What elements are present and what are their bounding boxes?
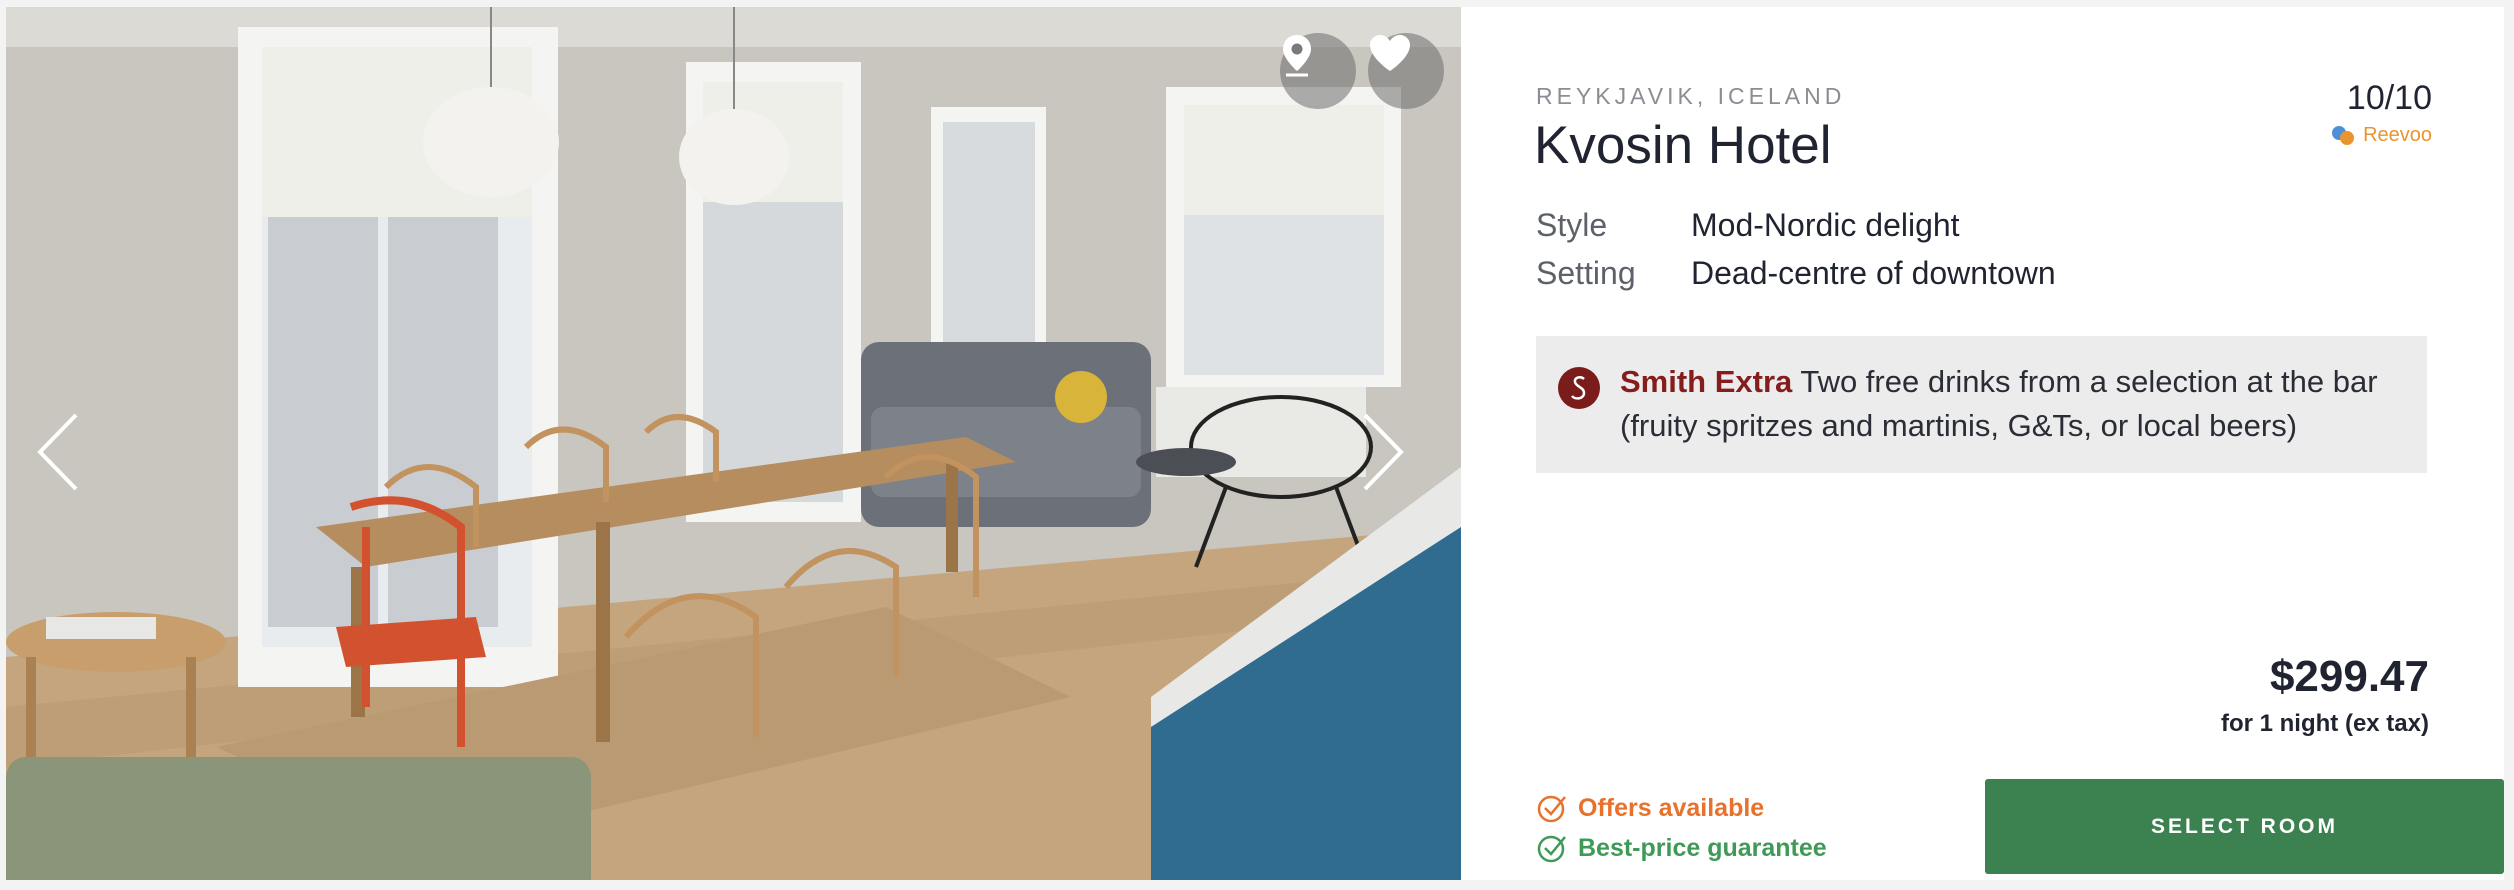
room-price: $299.47 [2269,652,2429,701]
hotel-info: REYKJAVIK, ICELAND Kvosin Hotel 10/10 Re… [1461,7,2504,880]
offers-label: Offers available [1578,793,1765,822]
smith-extra-box: Smith Extra Two free drinks from a selec… [1536,336,2427,473]
score-value: 10/10 [2346,79,2432,117]
attribute-value: Mod-Nordic delight [1691,207,1960,243]
price-guarantee-badge[interactable]: Best-price guarantee [1536,832,1827,864]
select-room-button[interactable]: SELECT ROOM [1985,779,2504,874]
price-note: for 1 night (ex tax) [2220,710,2429,737]
hotel-name[interactable]: Kvosin Hotel [1534,115,1832,176]
hotel-photo[interactable] [6,7,1461,880]
attribute-key: Setting [1536,255,1636,291]
hotel-location: REYKJAVIK, ICELAND [1536,83,1846,109]
room-photo-illustration [6,7,1461,880]
check-circle-icon [1537,835,1566,863]
attribute-setting: Setting Dead-centre of downtown [1536,255,2056,292]
attribute-style: Style Mod-Nordic delight [1536,207,1960,244]
smith-extra-text: Smith Extra Two free drinks from a selec… [1620,360,2410,448]
review-source: Reevoo [2331,124,2432,147]
reevoo-logo-icon [2332,125,2355,145]
guarantee-label: Best-price guarantee [1578,833,1827,862]
chevron-right-icon [1363,413,1404,491]
hotel-card: REYKJAVIK, ICELAND Kvosin Hotel 10/10 Re… [6,7,2504,880]
heart-icon [1370,35,1410,71]
smith-extra-brand: Smith Extra [1620,364,1793,399]
favourite-button[interactable] [1368,33,1444,109]
attribute-key: Style [1536,207,1608,243]
previous-photo-button[interactable] [30,407,90,497]
review-source-label: Reevoo [2363,124,2432,146]
offers-badge[interactable]: Offers available [1536,792,1764,824]
map-button[interactable] [1280,33,1356,109]
chevron-left-icon [37,413,78,491]
attribute-value: Dead-centre of downtown [1691,255,2056,291]
next-photo-button[interactable] [1351,407,1411,497]
smith-logo-icon [1558,367,1600,409]
check-circle-icon [1537,795,1566,823]
map-pin-icon [1283,35,1311,77]
review-score[interactable]: 10/10 Reevoo [2331,79,2432,147]
